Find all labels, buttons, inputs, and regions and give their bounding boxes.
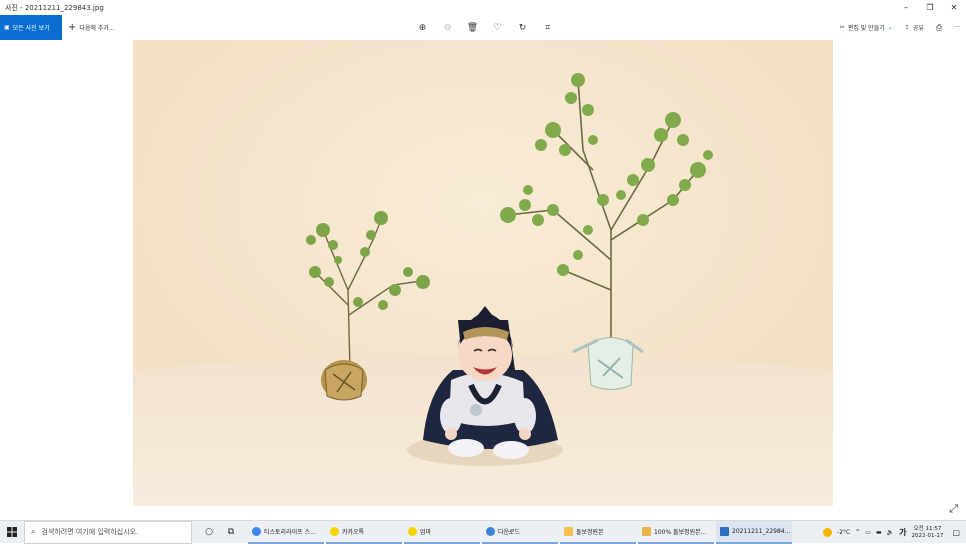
share-icon: ⇪: [904, 24, 910, 31]
photo[interactable]: [133, 40, 833, 506]
add-to-label: 다음에 추가...: [79, 25, 115, 32]
photos-app-icon: [720, 526, 729, 536]
taskbar-app-label: 티스토리라이프 스...: [264, 528, 316, 536]
taskbar-app-label: 100% 돌보정원본...: [654, 528, 707, 536]
title-bar: 사진 - 20211211_229843.jpg – ❐ ✕: [0, 0, 966, 15]
taskbar-app-mom-chat[interactable]: 엄마: [404, 521, 480, 544]
fullscreen-expand-icon[interactable]: ⤢: [949, 502, 958, 516]
archive-icon: [642, 526, 651, 536]
taskbar-app-folder-2[interactable]: 100% 돌보정원본...: [638, 521, 714, 544]
search-icon: ⌕: [31, 527, 36, 536]
windows-logo-icon: [7, 527, 17, 537]
kakaotalk-icon: [330, 526, 339, 536]
taskbar-app-folder[interactable]: 돌보정원본: [560, 521, 636, 544]
taskbar-app-label: 카카오톡: [342, 528, 365, 536]
all-photos-button[interactable]: ▣ 모든 사진 보기: [0, 15, 62, 40]
print-icon[interactable]: ⎙: [936, 23, 942, 33]
taskbar-app-downloads[interactable]: 다운로드: [482, 521, 558, 544]
edit-icon: ✂: [839, 24, 845, 31]
rotate-icon[interactable]: ↻: [510, 23, 535, 33]
share-label: 공유: [912, 25, 924, 32]
volume-icon[interactable]: 🔈: [887, 529, 894, 536]
notification-icon[interactable]: ▢: [952, 528, 960, 537]
add-to-button[interactable]: + 다음에 추가...: [68, 15, 115, 40]
image-tools: ⊕ ⊖ 🗑 ♡ ↻ ⌗: [410, 15, 560, 40]
taskbar: ⌕ 검색하려면 여기에 입력하십시오. ○ ⧉ 티스토리라이프 스... 카카오…: [0, 520, 966, 544]
search-placeholder: 검색하려면 여기에 입력하십시오.: [41, 528, 139, 536]
window-title: 사진 - 20211211_229843.jpg: [5, 3, 104, 12]
weather-sun-icon: [823, 528, 833, 537]
folder-icon: [564, 526, 573, 536]
cortana-icon[interactable]: ○: [198, 521, 220, 544]
favorite-heart-icon[interactable]: ♡: [485, 23, 510, 33]
share-button[interactable]: ⇪ 공유: [905, 23, 924, 32]
taskbar-app-kakaotalk[interactable]: 카카오톡: [326, 521, 402, 544]
photos-icon: ▣: [4, 24, 10, 31]
chevron-up-icon[interactable]: ^: [855, 529, 860, 536]
taskbar-app-chrome[interactable]: 티스토리라이프 스...: [248, 521, 324, 544]
network-icon[interactable]: ▭: [865, 529, 871, 536]
weather-temp[interactable]: -2°C: [837, 529, 850, 536]
task-view-icon[interactable]: ⧉: [220, 521, 242, 544]
kakaotalk-icon: [408, 526, 417, 536]
edit-create-label: 편집 및 만들기: [847, 25, 885, 32]
more-button[interactable]: ···: [954, 24, 960, 31]
baby-hanbok-photo: [133, 40, 833, 506]
clock-date: 2022-01-17: [911, 532, 944, 539]
plus-icon: +: [68, 22, 77, 33]
start-button[interactable]: [0, 521, 24, 544]
window-controls: – ❐ ✕: [894, 0, 966, 15]
right-tools: ✂ 편집 및 만들기 ⌄ ⇪ 공유 ⎙ ···: [840, 15, 960, 40]
system-tray: -2°C ^ ▭ ▬ 🔈 가 오전 11:57 2022-01-17 ▢: [823, 521, 966, 544]
download-arrow-icon: [486, 526, 495, 536]
minimize-button[interactable]: –: [894, 0, 918, 15]
taskbar-app-label: 돌보정원본: [576, 528, 604, 536]
maximize-button[interactable]: ❐: [918, 0, 942, 15]
photo-viewer: ⤢: [0, 40, 966, 520]
taskbar-app-photos[interactable]: 20211211_22984...: [716, 520, 792, 544]
taskbar-search[interactable]: ⌕ 검색하려면 여기에 입력하십시오.: [24, 520, 192, 544]
toolbar: ▣ 모든 사진 보기 + 다음에 추가... ⊕ ⊖ 🗑 ♡ ↻ ⌗ ✂ 편집 …: [0, 15, 966, 40]
taskbar-app-label: 엄마: [420, 528, 432, 536]
ime-indicator[interactable]: 가: [899, 527, 906, 538]
clock-time: 오전 11:57: [913, 525, 942, 532]
all-photos-label: 모든 사진 보기: [12, 25, 50, 32]
edit-create-button[interactable]: ✂ 편집 및 만들기 ⌄: [840, 23, 893, 32]
taskbar-app-label: 다운로드: [498, 528, 521, 536]
chrome-icon: [252, 526, 261, 536]
clock[interactable]: 오전 11:57 2022-01-17: [911, 526, 943, 540]
zoom-out-icon[interactable]: ⊖: [435, 23, 460, 33]
delete-icon[interactable]: 🗑: [460, 23, 485, 33]
battery-icon[interactable]: ▬: [876, 529, 882, 536]
taskbar-app-label: 20211211_22984...: [732, 527, 791, 535]
crop-icon[interactable]: ⌗: [535, 23, 560, 33]
zoom-in-icon[interactable]: ⊕: [410, 23, 435, 33]
chevron-down-icon: ⌄: [887, 24, 893, 31]
close-button[interactable]: ✕: [942, 0, 966, 15]
